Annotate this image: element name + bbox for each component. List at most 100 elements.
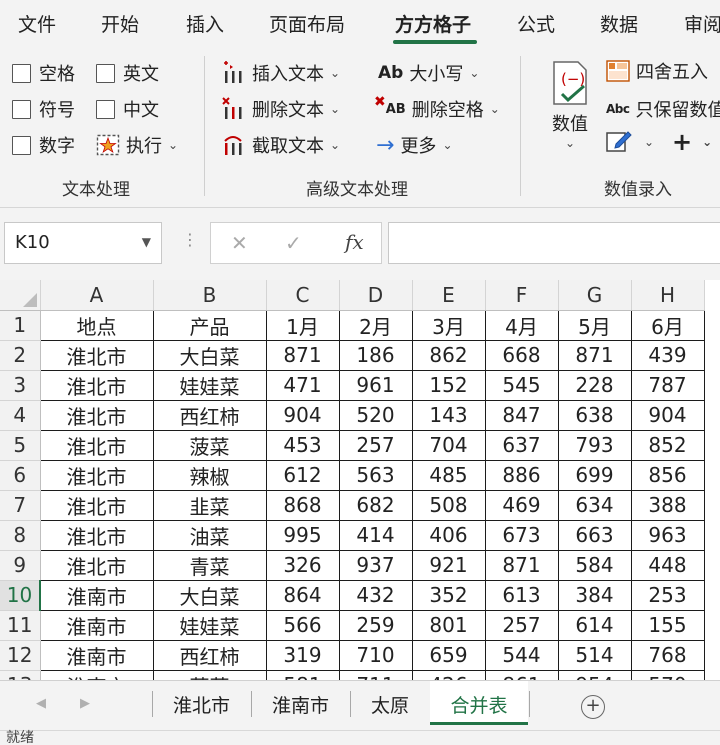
row-header[interactable]: 9 xyxy=(0,550,41,581)
table-cell[interactable]: 辣椒 xyxy=(152,459,267,491)
table-cell[interactable]: 921 xyxy=(411,549,486,581)
checkbox-chinese[interactable]: 中文 xyxy=(96,96,159,122)
table-cell[interactable]: 563 xyxy=(338,459,413,491)
tab-formulas[interactable]: 公式 xyxy=(517,10,555,37)
table-cell[interactable]: 864 xyxy=(265,579,340,611)
table-cell[interactable]: 995 xyxy=(265,519,340,551)
table-cell[interactable]: 584 xyxy=(557,549,632,581)
dropdown-arrow-icon[interactable]: ▼ xyxy=(142,235,151,249)
table-cell[interactable]: 961 xyxy=(338,369,413,401)
table-cell[interactable]: 663 xyxy=(557,519,632,551)
insert-text-button[interactable]: 插入文本 ⌄ xyxy=(222,60,340,86)
table-cell[interactable]: 淮北市 xyxy=(39,459,154,491)
table-cell[interactable]: 704 xyxy=(411,429,486,461)
spreadsheet-grid[interactable]: ABCDEFGH 1 地点 产品 1月 2月 3月 4月 5月 6月 2 淮北市 大白菜 871 186 8… xyxy=(0,280,720,680)
table-cell[interactable]: 856 xyxy=(630,459,705,491)
table-cell[interactable]: 淮南市 xyxy=(39,579,154,611)
table-cell[interactable]: 937 xyxy=(338,549,413,581)
table-cell[interactable]: 668 xyxy=(484,339,559,371)
table-cell[interactable]: 520 xyxy=(338,399,413,431)
table-cell[interactable]: 257 xyxy=(338,429,413,461)
tab-insert[interactable]: 插入 xyxy=(186,10,224,37)
table-cell[interactable]: 768 xyxy=(630,639,705,671)
value-button[interactable]: (−) 数值 ⌄ xyxy=(544,60,596,170)
table-cell[interactable]: 产品 xyxy=(152,309,267,341)
checkbox-box[interactable] xyxy=(96,99,115,119)
sheet-tab-merged[interactable]: 合并表 xyxy=(430,681,528,725)
table-cell[interactable]: 388 xyxy=(630,489,705,521)
more-button[interactable]: → 更多 ⌄ xyxy=(376,132,453,158)
table-cell[interactable]: 326 xyxy=(265,549,340,581)
column-header[interactable]: E xyxy=(412,280,486,311)
row-header[interactable]: 2 xyxy=(0,340,41,371)
table-cell[interactable]: 871 xyxy=(557,339,632,371)
row-header[interactable]: 7 xyxy=(0,490,41,521)
table-cell[interactable]: 862 xyxy=(411,339,486,371)
table-cell[interactable]: 659 xyxy=(411,639,486,671)
table-cell[interactable]: 439 xyxy=(630,339,705,371)
table-cell[interactable]: 868 xyxy=(265,489,340,521)
table-cell[interactable]: 673 xyxy=(484,519,559,551)
table-cell[interactable]: 904 xyxy=(630,399,705,431)
table-cell[interactable]: 711 xyxy=(338,669,413,680)
table-cell[interactable]: 319 xyxy=(265,639,340,671)
sheet-tab-huainan[interactable]: 淮南市 xyxy=(252,681,349,725)
formula-input[interactable] xyxy=(388,222,720,264)
row-header[interactable]: 1 xyxy=(0,310,41,341)
table-cell[interactable]: 634 xyxy=(557,489,632,521)
table-cell[interactable]: 566 xyxy=(265,609,340,641)
execute-button[interactable]: 执行 ⌄ xyxy=(96,132,178,158)
table-cell[interactable]: 453 xyxy=(265,429,340,461)
table-cell[interactable]: 352 xyxy=(411,579,486,611)
column-header[interactable]: B xyxy=(153,280,267,311)
table-cell[interactable]: 861 xyxy=(484,669,559,680)
row-header[interactable]: 3 xyxy=(0,370,41,401)
scroll-left-icon[interactable]: ◀ xyxy=(36,696,46,711)
table-cell[interactable]: 485 xyxy=(411,459,486,491)
table-cell[interactable]: 155 xyxy=(630,609,705,641)
table-cell[interactable]: 886 xyxy=(484,459,559,491)
row-header[interactable]: 6 xyxy=(0,460,41,491)
checkbox-box[interactable] xyxy=(12,135,31,155)
table-cell[interactable]: 544 xyxy=(484,639,559,671)
column-header[interactable]: A xyxy=(40,280,154,311)
table-cell[interactable]: 2月 xyxy=(338,309,413,341)
plus-button[interactable]: + ⌄ xyxy=(672,128,712,156)
table-cell[interactable]: 3月 xyxy=(411,309,486,341)
table-cell[interactable]: 淮南市 xyxy=(39,609,154,641)
table-cell[interactable]: 426 xyxy=(411,669,486,680)
tab-page-layout[interactable]: 页面布局 xyxy=(269,10,345,37)
table-cell[interactable]: 259 xyxy=(338,609,413,641)
table-cell[interactable]: 257 xyxy=(484,609,559,641)
table-cell[interactable]: 638 xyxy=(557,399,632,431)
row-header[interactable]: 11 xyxy=(0,610,41,641)
delete-text-button[interactable]: 删除文本 ⌄ xyxy=(222,96,340,122)
table-cell[interactable]: 228 xyxy=(557,369,632,401)
table-cell[interactable]: 469 xyxy=(484,489,559,521)
column-header[interactable]: D xyxy=(339,280,413,311)
table-cell[interactable]: 娃娃菜 xyxy=(152,369,267,401)
table-cell[interactable]: 淮北市 xyxy=(39,519,154,551)
table-cell[interactable]: 471 xyxy=(265,369,340,401)
table-cell[interactable]: 菠菜 xyxy=(152,669,267,680)
table-cell[interactable]: 581 xyxy=(265,669,340,680)
table-cell[interactable]: 614 xyxy=(557,609,632,641)
table-cell[interactable]: 514 xyxy=(557,639,632,671)
table-cell[interactable]: 682 xyxy=(338,489,413,521)
table-cell[interactable]: 娃娃菜 xyxy=(152,609,267,641)
table-cell[interactable]: 414 xyxy=(338,519,413,551)
table-cell[interactable]: 852 xyxy=(630,429,705,461)
table-cell[interactable]: 186 xyxy=(338,339,413,371)
round-button[interactable]: 四舍五入 xyxy=(606,58,708,84)
row-header[interactable]: 8 xyxy=(0,520,41,551)
add-sheet-button[interactable]: + xyxy=(581,695,605,719)
sheet-tab-huaibei[interactable]: 淮北市 xyxy=(153,681,250,725)
checkbox-english[interactable]: 英文 xyxy=(96,60,159,86)
table-cell[interactable]: 904 xyxy=(265,399,340,431)
table-cell[interactable]: 963 xyxy=(630,519,705,551)
column-header[interactable]: H xyxy=(631,280,705,311)
row-header[interactable]: 10 xyxy=(0,580,41,611)
delete-spaces-button[interactable]: ✖AB 删除空格 ⌄ xyxy=(374,94,500,122)
table-cell[interactable]: 847 xyxy=(484,399,559,431)
table-cell[interactable]: 淮北市 xyxy=(39,369,154,401)
